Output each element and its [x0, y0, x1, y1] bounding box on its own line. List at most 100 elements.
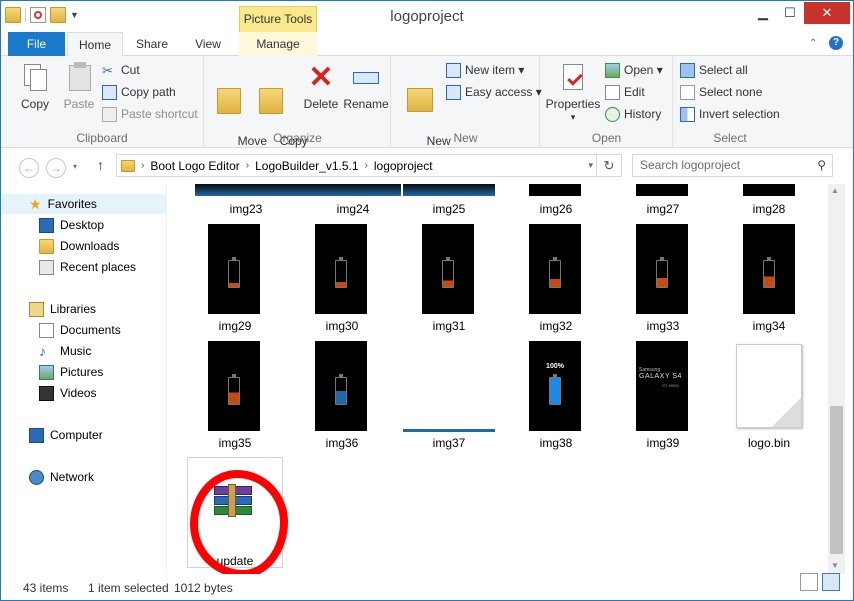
- scroll-up-icon[interactable]: ▲: [831, 186, 839, 195]
- nav-pictures[interactable]: Pictures: [1, 362, 103, 382]
- nav-documents-label: Documents: [60, 323, 121, 337]
- new-item-button[interactable]: New item ▾: [446, 61, 524, 79]
- properties-button[interactable]: Properties ▾: [545, 62, 601, 124]
- file-name[interactable]: img27: [613, 202, 713, 216]
- file-thumbnail[interactable]: [529, 224, 581, 314]
- file-name[interactable]: img31: [399, 319, 499, 333]
- nav-downloads[interactable]: Downloads: [1, 236, 119, 256]
- battery-percent-label: 100%: [546, 363, 564, 370]
- breadcrumb-separator[interactable]: ›: [246, 160, 249, 171]
- back-button[interactable]: ←: [19, 158, 39, 178]
- nav-music-label: Music: [60, 344, 92, 358]
- file-name[interactable]: img35: [185, 436, 285, 450]
- nav-network[interactable]: Network: [1, 467, 94, 487]
- file-name[interactable]: img39: [613, 436, 713, 450]
- help-icon[interactable]: ?: [829, 36, 843, 50]
- file-name[interactable]: img26: [506, 202, 606, 216]
- file-name[interactable]: img36: [292, 436, 392, 450]
- file-name[interactable]: logo.bin: [719, 436, 819, 450]
- copy-button[interactable]: Copy: [15, 62, 55, 111]
- nav-favorites[interactable]: ★ Favorites: [1, 194, 167, 214]
- file-thumbnail[interactable]: [743, 224, 795, 314]
- file-icon[interactable]: [736, 344, 802, 428]
- cut-button[interactable]: ✂ Cut: [102, 61, 140, 79]
- scrollbar-thumb[interactable]: [830, 406, 843, 554]
- file-thumbnail[interactable]: [315, 224, 367, 314]
- search-icon[interactable]: ⚲: [817, 155, 826, 176]
- file-thumbnail[interactable]: [297, 184, 401, 196]
- file-thumbnail[interactable]: [529, 184, 581, 196]
- history-icon: [605, 106, 620, 122]
- breadcrumb-logobuilder[interactable]: LogoBuilder_v1.5.1: [255, 159, 358, 173]
- details-view-icon[interactable]: [800, 573, 818, 591]
- file-name[interactable]: img25: [399, 202, 499, 216]
- file-name[interactable]: img37: [399, 436, 499, 450]
- open-button[interactable]: Open ▾: [605, 61, 663, 79]
- breadcrumb-boot-logo-editor[interactable]: Boot Logo Editor: [150, 159, 239, 173]
- file-thumbnail[interactable]: [195, 184, 299, 196]
- folder-icon[interactable]: [5, 7, 21, 23]
- rename-button[interactable]: Rename: [343, 62, 389, 111]
- file-name[interactable]: img23: [196, 202, 296, 216]
- minimize-ribbon-icon[interactable]: ⌃: [809, 38, 817, 49]
- tab-manage[interactable]: Manage: [239, 32, 317, 56]
- recent-locations-icon[interactable]: ▾: [73, 162, 77, 171]
- file-thumbnail[interactable]: [315, 341, 367, 431]
- tab-file[interactable]: File: [8, 32, 65, 56]
- easy-access-button[interactable]: Easy access ▾: [446, 83, 542, 101]
- file-thumbnail[interactable]: [422, 224, 474, 314]
- file-name[interactable]: img29: [185, 319, 285, 333]
- copy-path-button[interactable]: Copy path: [102, 83, 176, 101]
- file-name[interactable]: img34: [719, 319, 819, 333]
- tab-share[interactable]: Share: [125, 32, 179, 56]
- new-folder-icon[interactable]: [50, 7, 66, 23]
- scroll-down-icon[interactable]: ▼: [831, 561, 839, 570]
- maximize-button[interactable]: ☐: [777, 2, 803, 24]
- file-name[interactable]: img24: [303, 202, 403, 216]
- properties-icon[interactable]: [30, 7, 46, 23]
- tab-home[interactable]: Home: [67, 32, 123, 57]
- breadcrumb-separator[interactable]: ›: [365, 160, 368, 171]
- select-none-button[interactable]: Select none: [680, 83, 762, 101]
- file-thumbnail[interactable]: [743, 184, 795, 196]
- file-thumbnail[interactable]: [208, 341, 260, 431]
- history-button[interactable]: History: [605, 105, 661, 123]
- file-name[interactable]: img38: [506, 436, 606, 450]
- nav-documents[interactable]: Documents: [1, 320, 121, 340]
- file-thumbnail[interactable]: [636, 184, 688, 196]
- up-arrow-icon[interactable]: ↑: [97, 157, 104, 173]
- nav-computer[interactable]: Computer: [1, 425, 103, 445]
- file-name[interactable]: img30: [292, 319, 392, 333]
- nav-libraries[interactable]: Libraries: [1, 299, 96, 319]
- paste-button[interactable]: Paste: [59, 62, 99, 111]
- close-button[interactable]: ✕: [804, 2, 850, 24]
- breadcrumb-separator[interactable]: ›: [141, 160, 144, 171]
- minimize-button[interactable]: ▁: [750, 2, 776, 24]
- file-name[interactable]: img28: [719, 202, 819, 216]
- nav-desktop[interactable]: Desktop: [1, 215, 104, 235]
- forward-button[interactable]: →: [46, 158, 66, 178]
- tab-view[interactable]: View: [181, 32, 235, 56]
- file-name[interactable]: img33: [613, 319, 713, 333]
- nav-recent-places[interactable]: Recent places: [1, 257, 136, 277]
- breadcrumb-logoproject[interactable]: logoproject: [374, 159, 433, 173]
- qat-divider: [25, 8, 26, 22]
- invert-selection-button[interactable]: Invert selection: [680, 105, 780, 123]
- refresh-button[interactable]: ↻: [596, 155, 621, 176]
- file-thumbnail[interactable]: Samsung GALAXY S4 GT-I9500: [636, 341, 688, 431]
- file-thumbnail[interactable]: [403, 429, 495, 432]
- large-icons-view-icon[interactable]: [822, 573, 840, 591]
- file-thumbnail[interactable]: [208, 224, 260, 314]
- file-thumbnail[interactable]: [403, 184, 495, 196]
- delete-button[interactable]: ✕ Delete: [301, 62, 341, 111]
- nav-videos[interactable]: Videos: [1, 383, 96, 403]
- select-all-button[interactable]: Select all: [680, 61, 748, 79]
- qat-dropdown-icon[interactable]: ▼: [70, 10, 79, 20]
- paste-shortcut-button[interactable]: Paste shortcut: [102, 105, 198, 123]
- edit-button[interactable]: Edit: [605, 83, 645, 101]
- file-name[interactable]: img32: [506, 319, 606, 333]
- file-thumbnail[interactable]: [636, 224, 688, 314]
- search-input[interactable]: Search logoproject ⚲: [632, 154, 833, 177]
- nav-music[interactable]: ♪ Music: [1, 341, 91, 361]
- file-thumbnail[interactable]: 100%: [529, 341, 581, 431]
